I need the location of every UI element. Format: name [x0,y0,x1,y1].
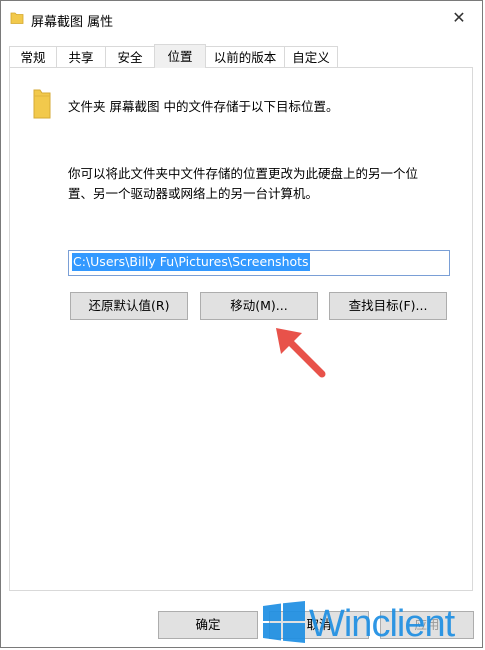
title-bar: 屏幕截图 属性 ✕ [1,1,482,35]
ok-button[interactable]: 确定 [158,611,258,639]
location-info: 你可以将此文件夹中文件存储的位置更改为此硬盘上的另一个位 置、另一个驱动器或网络… [68,164,458,204]
info-line-1: 你可以将此文件夹中文件存储的位置更改为此硬盘上的另一个位 [68,166,419,181]
restore-default-button[interactable]: 还原默认值(R) [70,292,188,320]
location-description: 文件夹 屏幕截图 中的文件存储于以下目标位置。 [68,99,339,114]
info-line-2: 置、另一个驱动器或网络上的另一台计算机。 [68,186,319,201]
watermark-text: Winclient [309,603,455,645]
move-button[interactable]: 移动(M)... [200,292,318,320]
tab-general[interactable]: 常规 [9,46,57,67]
folder-icon [33,89,51,119]
target-path-value: C:\Users\Billy Fu\Pictures\Screenshots [72,253,310,271]
tab-location[interactable]: 位置 [154,44,206,68]
target-path-input[interactable]: C:\Users\Billy Fu\Pictures\Screenshots [68,250,450,276]
tab-customize[interactable]: 自定义 [284,46,338,67]
red-arrow-annotation [276,328,326,378]
tab-sharing[interactable]: 共享 [56,46,106,67]
folder-icon [10,12,24,24]
tab-security[interactable]: 安全 [105,46,155,67]
tab-previous-versions[interactable]: 以前的版本 [205,46,285,67]
close-button[interactable]: ✕ [444,7,474,29]
window-title: 屏幕截图 属性 [31,15,114,30]
find-target-button[interactable]: 查找目标(F)... [329,292,447,320]
properties-window: 屏幕截图 属性 ✕ 常规 共享 安全 位置 以前的版本 自定义 文件夹 屏幕截图… [0,0,483,648]
close-icon: ✕ [452,8,466,27]
location-panel: 文件夹 屏幕截图 中的文件存储于以下目标位置。 你可以将此文件夹中文件存储的位置… [9,67,473,591]
windows-logo-icon [263,601,305,643]
